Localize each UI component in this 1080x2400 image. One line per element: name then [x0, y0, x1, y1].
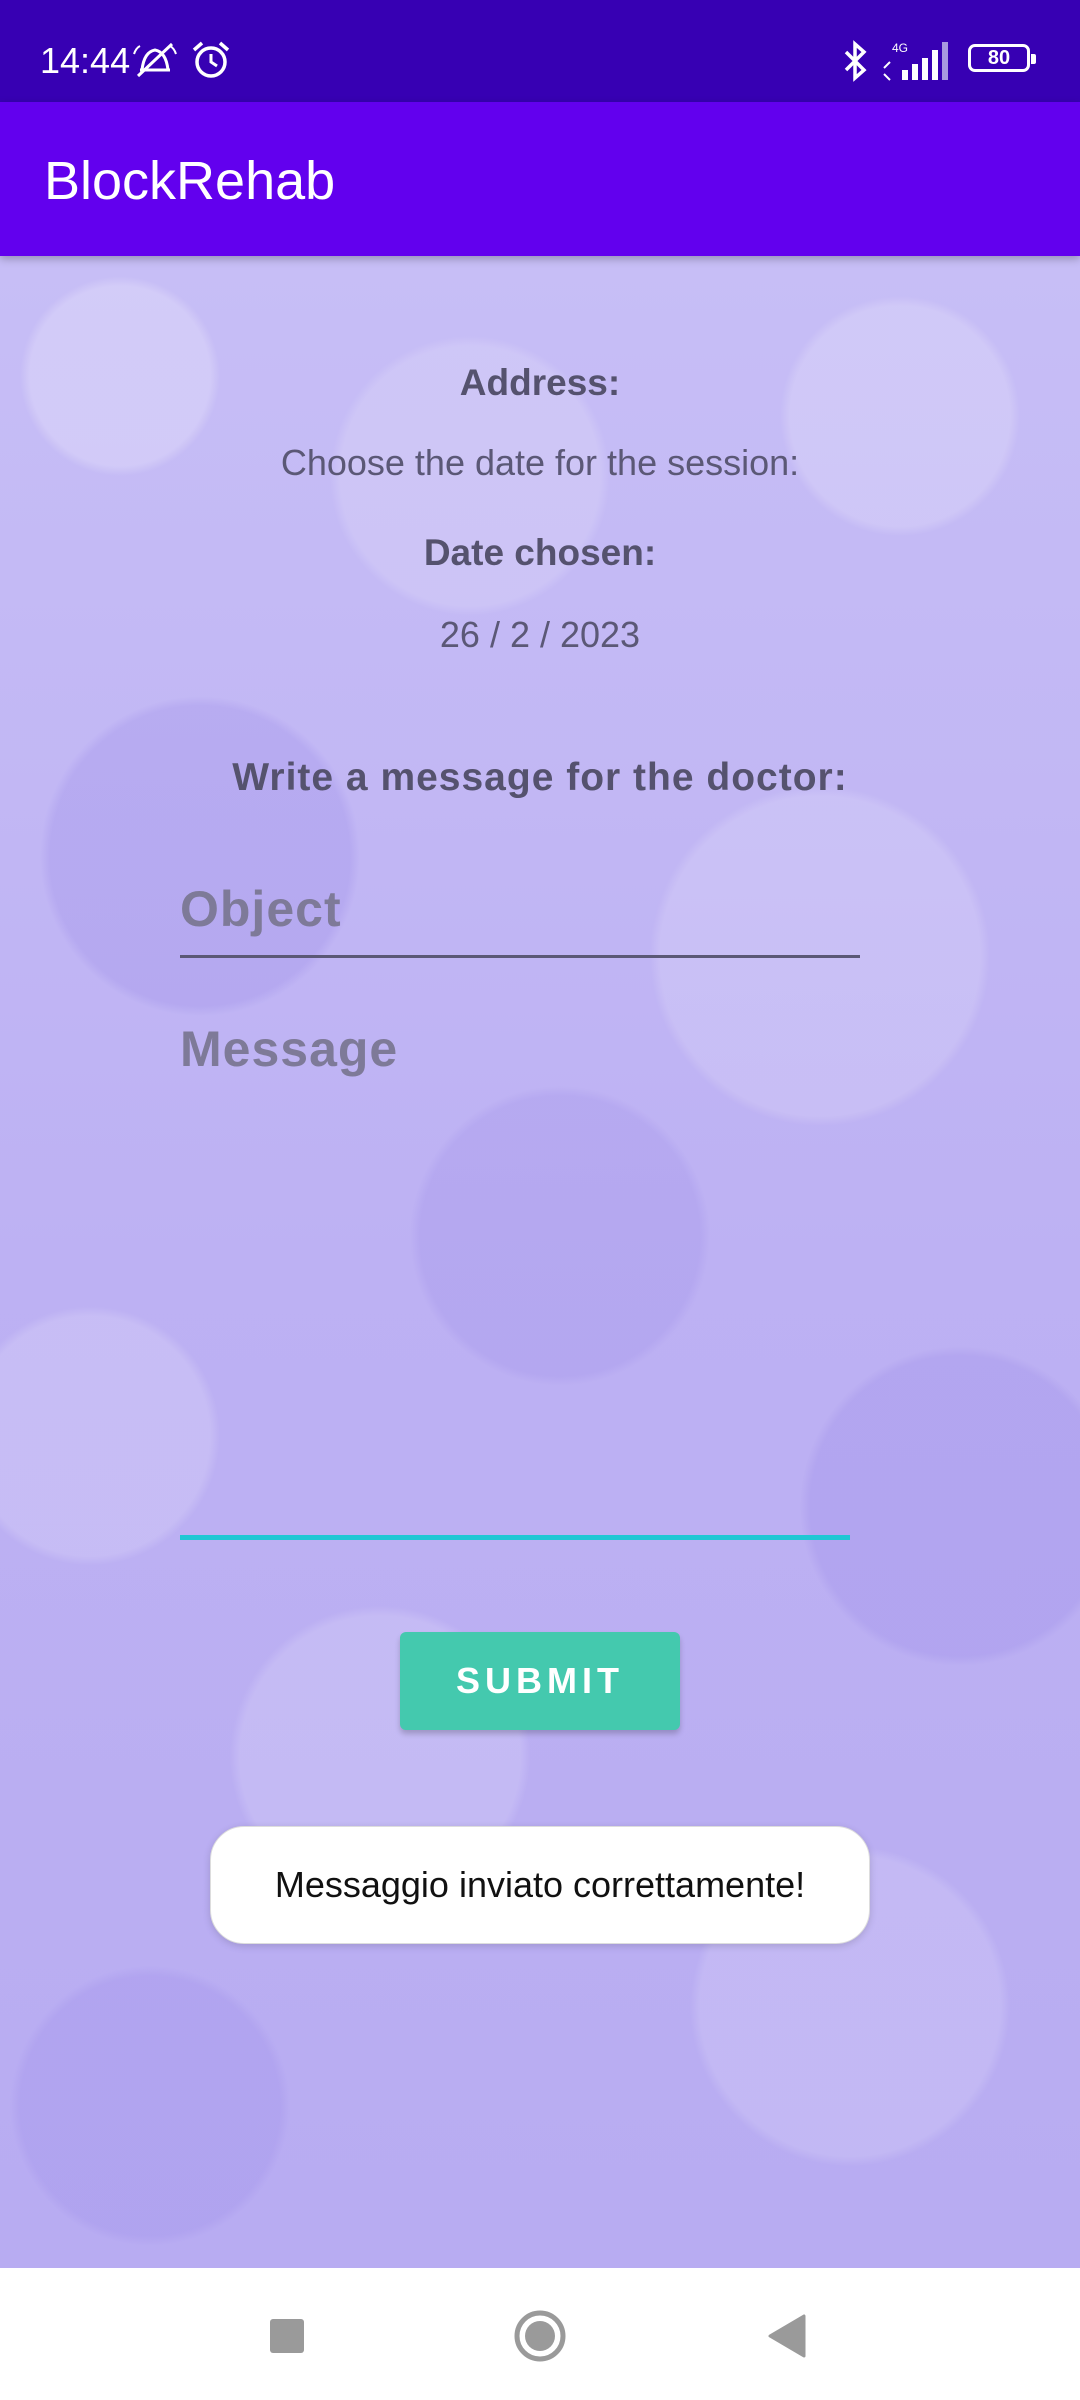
bluetooth-icon: [842, 40, 870, 87]
battery-icon: 80: [968, 44, 1036, 72]
app-title: BlockRehab: [44, 151, 336, 211]
address-label: Address:: [459, 362, 621, 403]
svg-text:4G: 4G: [892, 41, 908, 55]
object-input[interactable]: Object: [180, 880, 860, 958]
date-chosen-label: Date chosen:: [423, 532, 657, 573]
status-bar: 14:44 4G 80: [0, 0, 1080, 102]
message-placeholder: Message: [180, 1021, 399, 1077]
date-value: 26 / 2 / 2023: [439, 614, 641, 655]
recents-icon[interactable]: [247, 2296, 327, 2376]
status-time: 14:44: [40, 40, 131, 81]
object-placeholder: Object: [180, 881, 342, 937]
toast-message: Messaggio inviato correttamente!: [210, 1826, 870, 1944]
back-icon[interactable]: [748, 2296, 828, 2376]
home-icon[interactable]: [500, 2296, 580, 2376]
message-input[interactable]: Message: [180, 1020, 850, 1540]
app-bar: BlockRehab: [0, 102, 1080, 256]
screen: 14:44 4G 80 BlockRehab Address: Choose t…: [0, 0, 1080, 2400]
navigation-bar: [0, 2268, 1080, 2400]
message-heading: Write a message for the doctor:: [232, 756, 848, 799]
signal-icon: 4G: [882, 38, 952, 87]
submit-button[interactable]: SUBMIT: [400, 1632, 680, 1730]
alarm-clock-icon: [190, 40, 232, 85]
silent-alarm-icon: [132, 40, 178, 85]
choose-date-text[interactable]: Choose the date for the session:: [0, 442, 1080, 484]
